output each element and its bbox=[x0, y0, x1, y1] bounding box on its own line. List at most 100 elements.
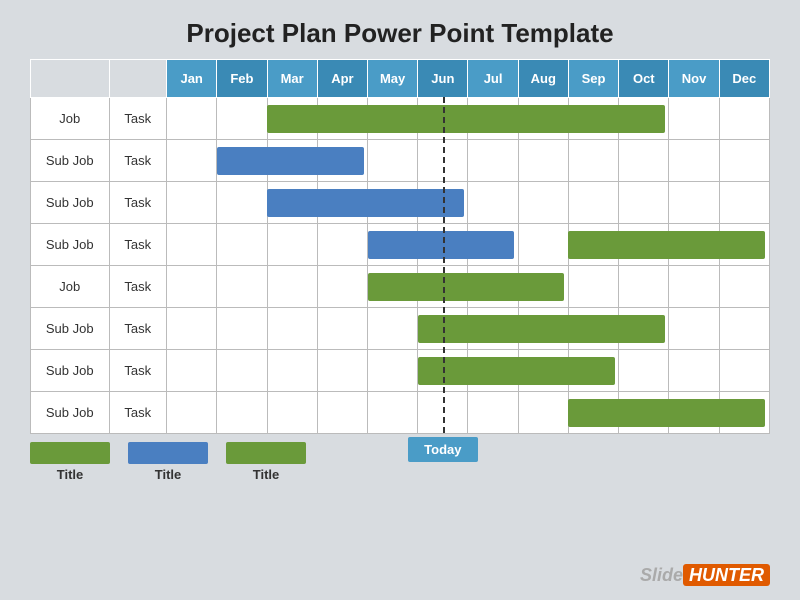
row-label1-3: Sub Job bbox=[31, 224, 110, 266]
hunter-text: HUNTER bbox=[683, 564, 770, 586]
cell-r1-c4 bbox=[368, 140, 418, 182]
cell-r6-c1 bbox=[217, 350, 267, 392]
header-month-jan: Jan bbox=[167, 60, 217, 98]
cell-r2-c1 bbox=[217, 182, 267, 224]
cell-r5-c2 bbox=[267, 308, 317, 350]
cell-r0-c10 bbox=[669, 98, 719, 140]
row-label2-5: Task bbox=[109, 308, 167, 350]
cell-r5-c1 bbox=[217, 308, 267, 350]
header-empty1 bbox=[31, 60, 110, 98]
gantt-bar-r7 bbox=[568, 399, 765, 427]
cell-r4-c9 bbox=[619, 266, 669, 308]
row-label1-1: Sub Job bbox=[31, 140, 110, 182]
table-row: Sub JobTask bbox=[31, 350, 770, 392]
cell-r4-c11 bbox=[719, 266, 769, 308]
row-label1-4: Job bbox=[31, 266, 110, 308]
row-label1-5: Sub Job bbox=[31, 308, 110, 350]
cell-r5-c3 bbox=[317, 308, 367, 350]
row-label2-2: Task bbox=[109, 182, 167, 224]
legend-box-1 bbox=[128, 442, 208, 464]
cell-r6-c3 bbox=[317, 350, 367, 392]
cell-r6-c4 bbox=[368, 350, 418, 392]
cell-r3-c0 bbox=[167, 224, 217, 266]
cell-r2-c0 bbox=[167, 182, 217, 224]
header-month-aug: Aug bbox=[518, 60, 568, 98]
legend-box-2 bbox=[226, 442, 306, 464]
cell-r0-c1 bbox=[217, 98, 267, 140]
cell-r1-c6 bbox=[468, 140, 518, 182]
today-label: Today bbox=[408, 437, 478, 462]
legend-label-0: Title bbox=[57, 467, 84, 482]
gantt-bar-r0 bbox=[267, 105, 665, 133]
cell-r2-c8 bbox=[568, 182, 618, 224]
cell-r7-c7 bbox=[518, 392, 568, 434]
legend-area: Title Title Title bbox=[30, 442, 770, 482]
legend-label-1: Title bbox=[155, 467, 182, 482]
row-label2-7: Task bbox=[109, 392, 167, 434]
row-label1-0: Job bbox=[31, 98, 110, 140]
header-month-apr: Apr bbox=[317, 60, 367, 98]
cell-r6-c11 bbox=[719, 350, 769, 392]
cell-r0-c0 bbox=[167, 98, 217, 140]
legend-item-0: Title bbox=[30, 442, 110, 482]
header-month-dec: Dec bbox=[719, 60, 769, 98]
cell-r7-c2 bbox=[267, 392, 317, 434]
cell-r1-c0 bbox=[167, 140, 217, 182]
cell-r1-c5 bbox=[418, 140, 468, 182]
header-month-may: May bbox=[368, 60, 418, 98]
table-row: Sub JobTask bbox=[31, 140, 770, 182]
cell-r3-c7 bbox=[518, 224, 568, 266]
cell-r2-c10 bbox=[669, 182, 719, 224]
header-month-sep: Sep bbox=[568, 60, 618, 98]
gantt-bar-r2 bbox=[267, 189, 464, 217]
gantt-bar-r6 bbox=[418, 357, 615, 385]
row-label2-4: Task bbox=[109, 266, 167, 308]
cell-r6-c9 bbox=[619, 350, 669, 392]
cell-r4-c2 bbox=[267, 266, 317, 308]
gantt-bar-r3 bbox=[368, 231, 515, 259]
cell-r5-c4 bbox=[368, 308, 418, 350]
header-month-oct: Oct bbox=[619, 60, 669, 98]
cell-r2-c6 bbox=[468, 182, 518, 224]
legend-label-2: Title bbox=[253, 467, 280, 482]
cell-r7-c5 bbox=[418, 392, 468, 434]
cell-r7-c0 bbox=[167, 392, 217, 434]
legend-box-0 bbox=[30, 442, 110, 464]
cell-r4-c3 bbox=[317, 266, 367, 308]
row-label2-1: Task bbox=[109, 140, 167, 182]
gantt-bar-r3 bbox=[568, 231, 765, 259]
cell-r5-c11 bbox=[719, 308, 769, 350]
cell-r7-c4 bbox=[368, 392, 418, 434]
header-month-feb: Feb bbox=[217, 60, 267, 98]
row-label1-7: Sub Job bbox=[31, 392, 110, 434]
row-label2-6: Task bbox=[109, 350, 167, 392]
row-label1-6: Sub Job bbox=[31, 350, 110, 392]
cell-r7-c3 bbox=[317, 392, 367, 434]
cell-r5-c0 bbox=[167, 308, 217, 350]
cell-r7-c1 bbox=[217, 392, 267, 434]
cell-r2-c9 bbox=[619, 182, 669, 224]
cell-r1-c11 bbox=[719, 140, 769, 182]
cell-r2-c11 bbox=[719, 182, 769, 224]
row-label2-3: Task bbox=[109, 224, 167, 266]
cell-r7-c6 bbox=[468, 392, 518, 434]
cell-r4-c1 bbox=[217, 266, 267, 308]
header-month-jun: Jun bbox=[418, 60, 468, 98]
legend-item-2: Title bbox=[226, 442, 306, 482]
cell-r3-c3 bbox=[317, 224, 367, 266]
gantt-bar-r1 bbox=[217, 147, 364, 175]
gantt-bar-r5 bbox=[418, 315, 665, 343]
cell-r1-c8 bbox=[568, 140, 618, 182]
slidehunter-logo: SlideHUNTER bbox=[640, 565, 770, 586]
cell-r4-c8 bbox=[568, 266, 618, 308]
cell-r6-c0 bbox=[167, 350, 217, 392]
cell-r1-c9 bbox=[619, 140, 669, 182]
chart-area: JanFebMarAprMayJunJulAugSepOctNovDec Job… bbox=[30, 59, 770, 434]
gantt-bar-r4 bbox=[368, 273, 565, 301]
row-label1-2: Sub Job bbox=[31, 182, 110, 224]
header-empty2 bbox=[109, 60, 167, 98]
header-month-jul: Jul bbox=[468, 60, 518, 98]
cell-r4-c0 bbox=[167, 266, 217, 308]
cell-r1-c7 bbox=[518, 140, 568, 182]
legend-item-1: Title bbox=[128, 442, 208, 482]
